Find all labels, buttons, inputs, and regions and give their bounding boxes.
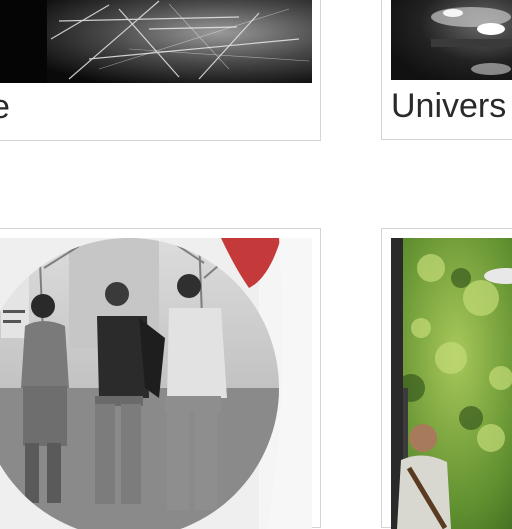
gallery-card[interactable]: [0, 228, 321, 529]
gallery-card[interactable]: e: [0, 0, 321, 141]
vintage-people-photo: [0, 238, 312, 529]
outdoor-performer-photo: [391, 238, 512, 529]
card-title[interactable]: e: [0, 90, 10, 124]
card-image[interactable]: [391, 0, 512, 80]
card-image[interactable]: [391, 238, 512, 529]
night-lights-photo: [391, 0, 512, 80]
card-image[interactable]: [0, 238, 312, 529]
gallery-card[interactable]: [381, 228, 512, 529]
gallery-card[interactable]: Univers: [381, 0, 512, 140]
card-image[interactable]: [0, 0, 312, 83]
light-streaks-photo: [0, 0, 312, 83]
card-title[interactable]: Univers: [391, 89, 506, 123]
